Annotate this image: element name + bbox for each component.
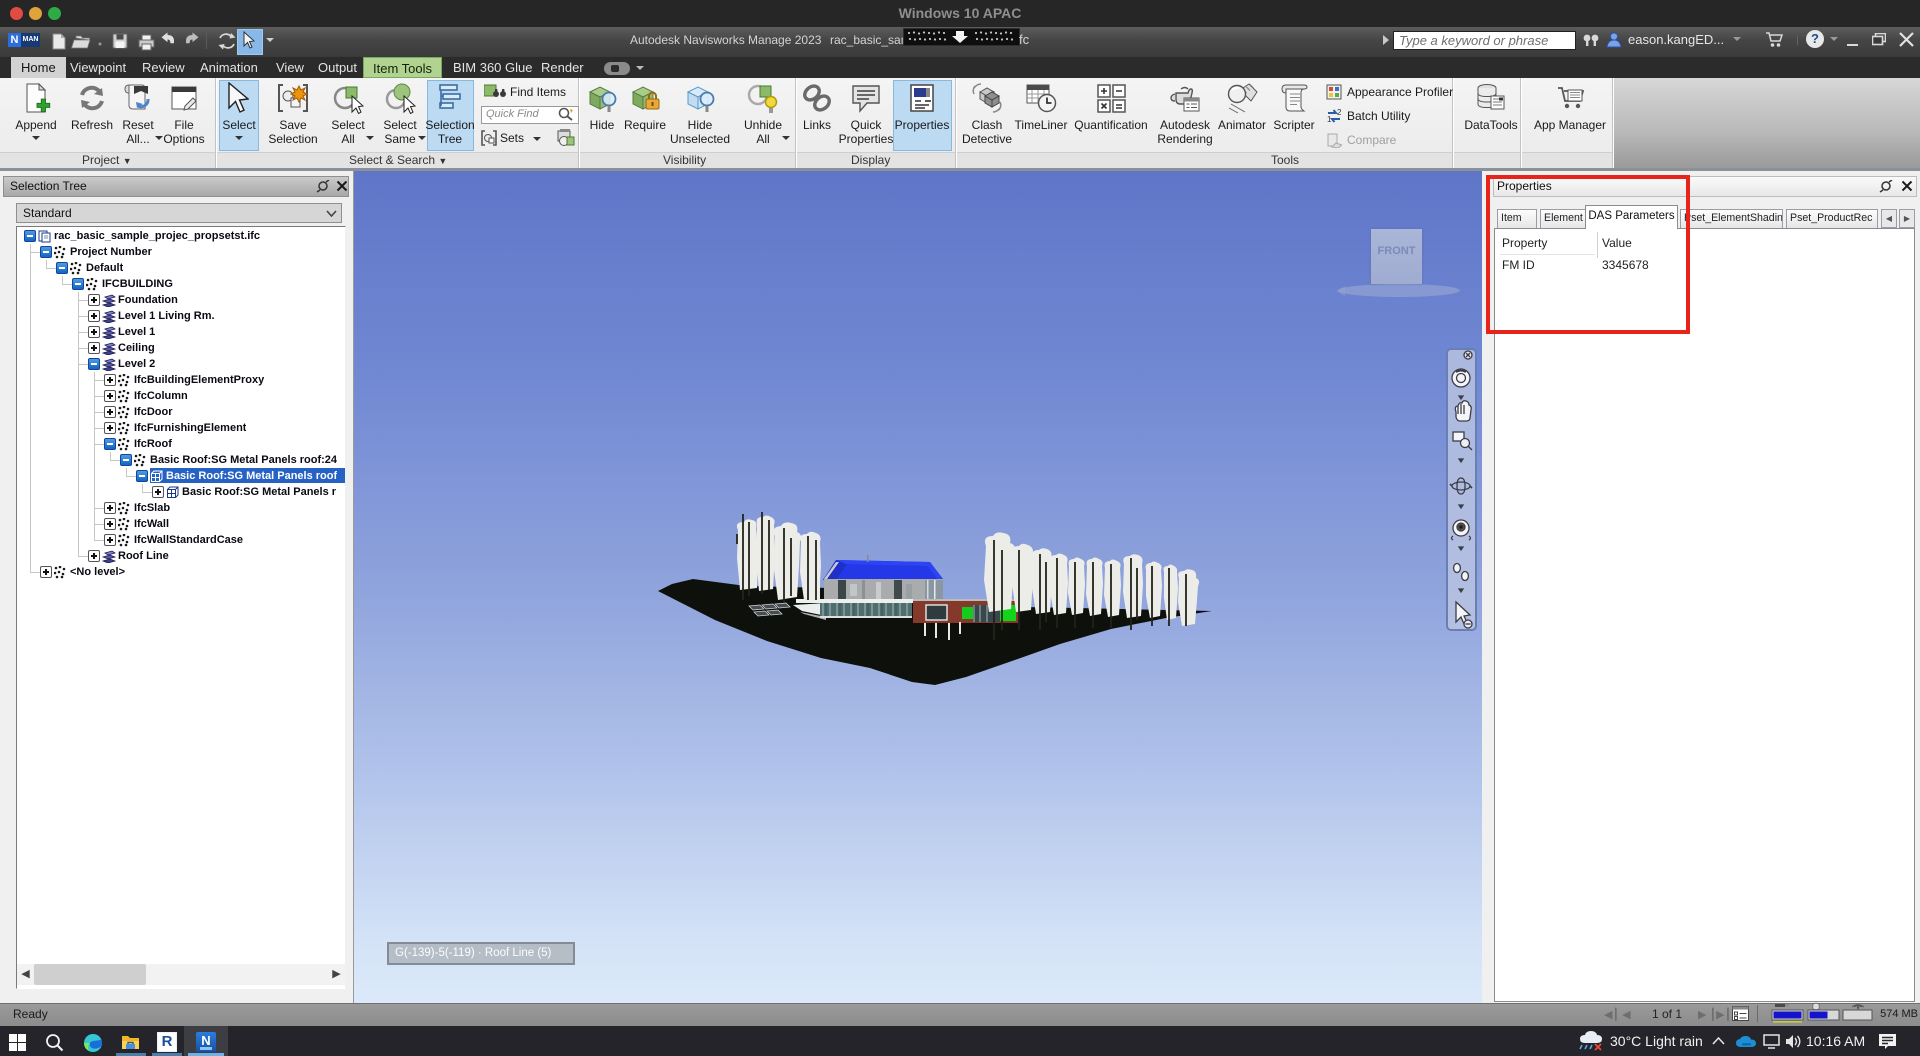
svg-text:2: 2 <box>1337 108 1342 117</box>
svg-text:1: 1 <box>1327 115 1332 124</box>
